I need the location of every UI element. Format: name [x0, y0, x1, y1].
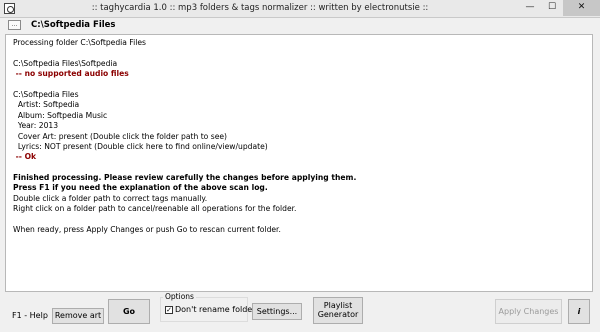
log-line: C:\Softpedia Files\Softpedia [13, 58, 118, 68]
window-title: :: taghycardia 1.0 :: mp3 folders & tags… [91, 3, 429, 13]
playlist-label-line2: Generator [317, 310, 359, 319]
settings-button[interactable]: Settings... [252, 303, 302, 320]
scan-log[interactable]: Processing folder C:\Softpedia Files C:\S… [5, 34, 593, 292]
log-line: Artist: Softpedia [13, 100, 80, 110]
remove-art-button[interactable]: Remove art [52, 308, 104, 324]
log-blank-line [13, 48, 585, 58]
log-line: -- no supported audio files [13, 69, 129, 79]
log-line: Right click on a folder path to cancel/r… [13, 204, 297, 214]
log-line: C:\Softpedia Files [13, 89, 79, 99]
apply-changes-button[interactable]: Apply Changes [495, 299, 562, 324]
dont-rename-checkbox[interactable]: ✓ [165, 306, 173, 314]
log-line: Cover Art: present (Double click the fol… [13, 131, 228, 141]
playlist-generator-button[interactable]: Playlist Generator [313, 297, 363, 324]
browse-folder-icon[interactable]: ... [8, 20, 21, 30]
log-line: Album: Softpedia Music [13, 110, 108, 120]
log-blank-line [13, 163, 585, 173]
playlist-label-line1: Playlist [323, 301, 353, 310]
go-button[interactable]: Go [108, 299, 150, 324]
log-blank-line [13, 80, 585, 90]
log-line: Processing folder C:\Softpedia Files [13, 38, 146, 47]
log-line: -- Ok [13, 152, 37, 162]
help-hint: F1 - Help [12, 311, 48, 320]
log-line: Lyrics: NOT present (Double click here t… [13, 141, 268, 151]
current-folder-path: C:\Softpedia Files [31, 20, 116, 30]
log-line: Finished processing. Please review caref… [13, 173, 357, 183]
log-line: Double click a folder path to correct ta… [13, 193, 208, 203]
info-button[interactable]: i [568, 299, 590, 324]
options-legend: Options [163, 292, 196, 301]
log-blank-line [13, 215, 585, 225]
minimize-button[interactable]: — [519, 0, 541, 16]
log-line: When ready, press Apply Changes or push … [13, 225, 281, 235]
dont-rename-label[interactable]: Don't rename folders [175, 305, 260, 314]
close-button[interactable]: ✕ [563, 0, 600, 16]
log-line: Year: 2013 [13, 121, 59, 131]
path-bar: ... C:\Softpedia Files [6, 19, 592, 32]
maximize-button[interactable]: ☐ [541, 0, 563, 16]
log-line: Press F1 if you need the explanation of … [13, 183, 268, 193]
title-bar: :: taghycardia 1.0 :: mp3 folders & tags… [0, 0, 600, 18]
